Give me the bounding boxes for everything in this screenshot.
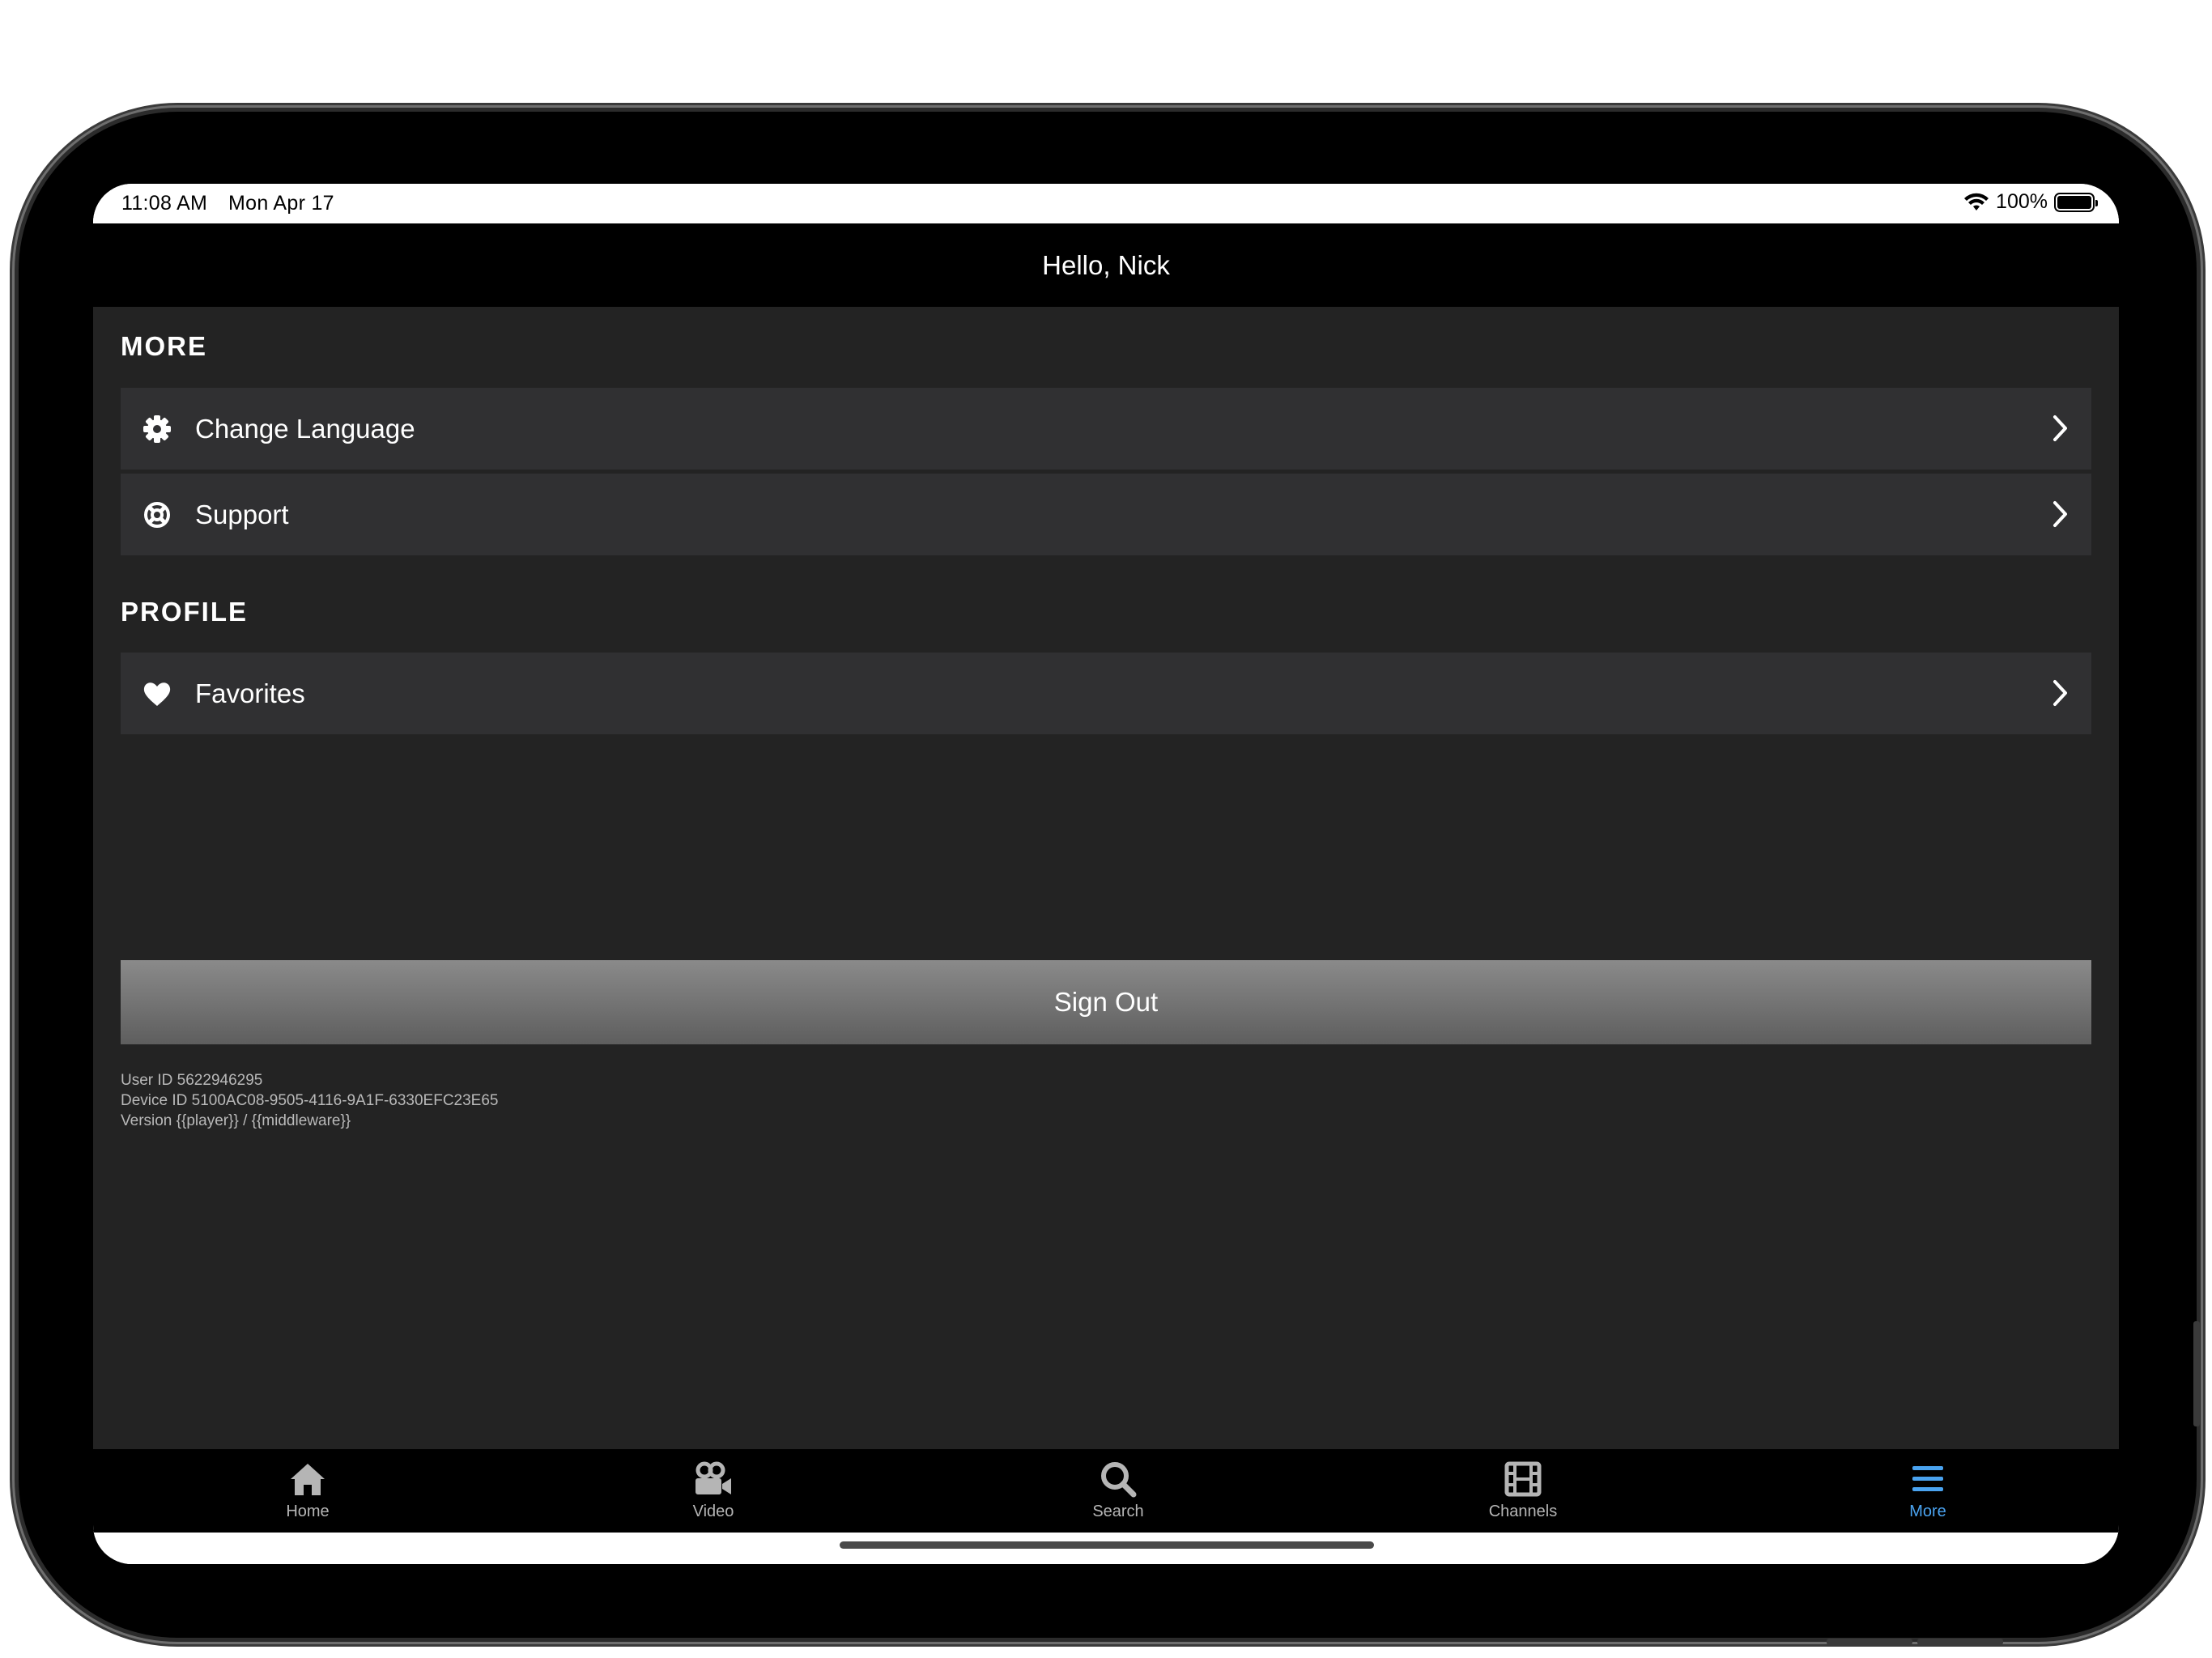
device-id: Device ID 5100AC08-9505-4116-9A1F-6330EF… — [121, 1092, 499, 1109]
tab-bar: Home Video Search Channels More — [93, 1449, 2119, 1533]
tab-label: Home — [286, 1503, 330, 1520]
tab-label: Video — [692, 1503, 734, 1520]
volume-button-1 — [1827, 1639, 1912, 1645]
user-id: User ID 5622946295 — [121, 1072, 263, 1089]
tab-home[interactable]: Home — [227, 1449, 389, 1533]
more-content: MORE Change Language Support PROFILE Fav… — [93, 307, 2119, 1449]
menu-item-favorites[interactable]: Favorites — [121, 653, 2091, 734]
gear-icon — [141, 413, 173, 445]
volume-button-2 — [1917, 1639, 2003, 1645]
section-title-profile: PROFILE — [121, 597, 249, 627]
section-title-more: MORE — [121, 331, 207, 361]
film-icon — [1503, 1460, 1543, 1498]
tab-channels[interactable]: Channels — [1442, 1449, 1604, 1533]
tab-label: More — [1909, 1503, 1946, 1520]
search-icon — [1098, 1460, 1138, 1498]
nav-bar: Hello, Nick — [93, 223, 2119, 307]
menu-item-support[interactable]: Support — [121, 474, 2091, 555]
lifebuoy-icon — [141, 499, 173, 531]
home-indicator-area — [93, 1533, 2119, 1564]
chevron-right-icon — [2053, 415, 2067, 441]
menu-item-change-language[interactable]: Change Language — [121, 388, 2091, 470]
chevron-right-icon — [2053, 680, 2067, 706]
tab-search[interactable]: Search — [1037, 1449, 1199, 1533]
home-icon — [287, 1460, 328, 1498]
sign-out-button[interactable]: Sign Out — [121, 960, 2091, 1044]
menu-item-label: Support — [195, 499, 289, 529]
video-camera-icon — [693, 1460, 734, 1498]
status-date: Mon Apr 17 — [228, 192, 334, 215]
battery-icon — [2054, 192, 2098, 212]
tab-video[interactable]: Video — [632, 1449, 794, 1533]
status-bar: 11:08 AM Mon Apr 17 100% — [93, 184, 2119, 223]
chevron-right-icon — [2053, 501, 2067, 527]
side-button — [2193, 1321, 2200, 1426]
tab-more[interactable]: More — [1847, 1449, 2009, 1533]
home-indicator[interactable] — [840, 1541, 1374, 1549]
wifi-icon — [1964, 193, 1989, 210]
battery-percent: 100% — [1996, 190, 2048, 213]
app-screen: 11:08 AM Mon Apr 17 100% Hello, Nick MOR… — [93, 184, 2119, 1564]
version-info: Version {{player}} / {{middleware}} — [121, 1112, 351, 1129]
menu-item-label: Change Language — [195, 413, 415, 444]
page-title: Hello, Nick — [1042, 249, 1170, 280]
tab-label: Search — [1092, 1503, 1144, 1520]
tab-label: Channels — [1488, 1503, 1558, 1520]
heart-icon — [141, 678, 173, 710]
app-info: User ID 5622946295 Device ID 5100AC08-95… — [121, 1070, 498, 1131]
menu-icon — [1908, 1460, 1948, 1498]
menu-item-label: Favorites — [195, 678, 305, 708]
status-indicators: 100% — [1963, 190, 2098, 214]
status-time: 11:08 AM — [121, 192, 208, 215]
